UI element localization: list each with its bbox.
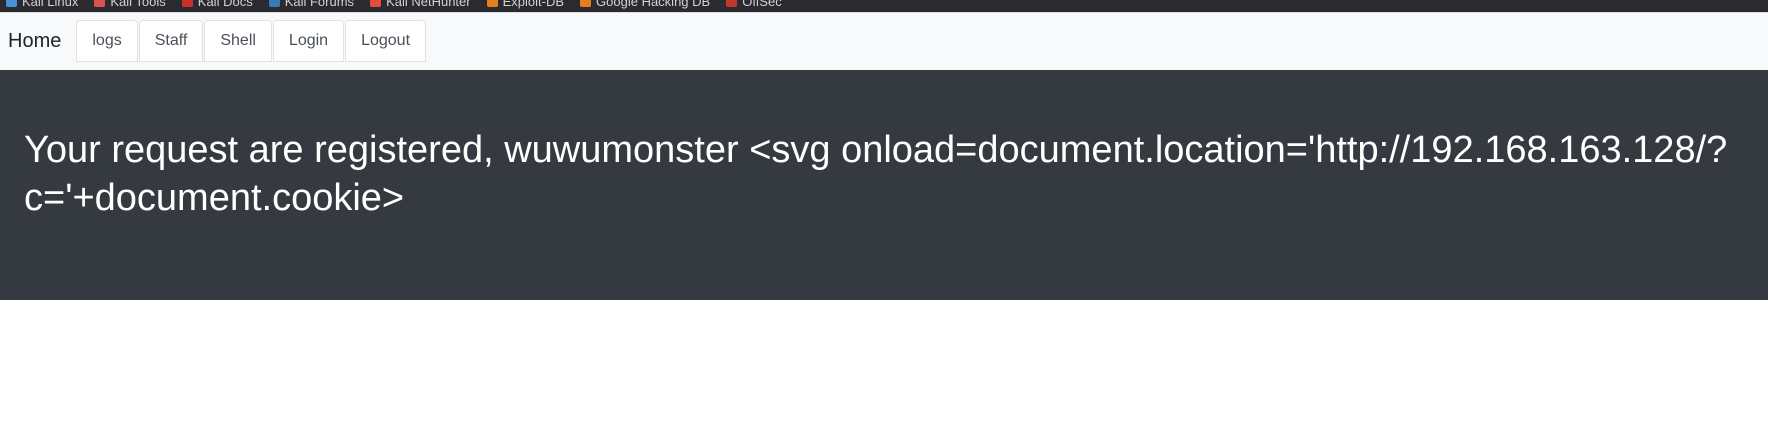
bookmark-label: Kali NetHunter: [386, 0, 471, 9]
tab-login[interactable]: Login: [272, 20, 345, 62]
bookmark-kali-tools[interactable]: Kali Tools: [94, 0, 166, 9]
offsec-icon: [726, 0, 738, 7]
kali-docs-icon: [181, 0, 193, 7]
bookmark-kali-forums[interactable]: Kali Forums: [268, 0, 355, 9]
bookmark-label: Kali Docs: [197, 0, 253, 9]
bookmark-label: Exploit-DB: [502, 0, 565, 9]
bookmark-exploit-db[interactable]: Exploit-DB: [486, 0, 565, 9]
tab-staff[interactable]: Staff: [138, 20, 204, 62]
kali-linux-icon: [6, 0, 17, 7]
ghdb-icon: [580, 0, 592, 7]
bookmark-kali-nethunter[interactable]: Kali NetHunter: [370, 0, 471, 9]
bookmarks-toolbar: Kali Linux Kali Tools Kali Docs Kali For…: [0, 0, 1768, 12]
tab-shell[interactable]: Shell: [204, 20, 272, 62]
exploit-db-icon: [486, 0, 498, 7]
bookmark-label: Kali Tools: [110, 0, 166, 9]
bookmark-label: OffSec: [742, 0, 782, 9]
jumbotron: Your request are registered, wuwumonster…: [0, 70, 1768, 300]
bookmark-label: Google Hacking DB: [596, 0, 711, 9]
registration-message: Your request are registered, wuwumonster…: [24, 129, 1728, 219]
kali-nethunter-icon: [370, 0, 382, 7]
bookmark-offsec[interactable]: OffSec: [726, 0, 782, 9]
kali-forums-icon: [268, 0, 280, 7]
bookmark-label: Kali Forums: [284, 0, 355, 9]
tab-logout[interactable]: Logout: [345, 20, 427, 62]
bookmark-label: Kali Linux: [22, 0, 79, 9]
bookmark-kali-linux[interactable]: Kali Linux: [6, 0, 78, 9]
brand-home-link[interactable]: Home: [8, 30, 61, 53]
tab-logs[interactable]: logs: [76, 20, 138, 62]
top-navbar: Home logs Staff Shell Login Logout: [0, 12, 1768, 70]
bookmark-kali-docs[interactable]: Kali Docs: [181, 0, 253, 9]
nav-tabs: logs Staff Shell Login Logout: [76, 13, 427, 70]
bookmark-ghdb[interactable]: Google Hacking DB: [580, 0, 710, 9]
kali-tools-icon: [94, 0, 106, 7]
